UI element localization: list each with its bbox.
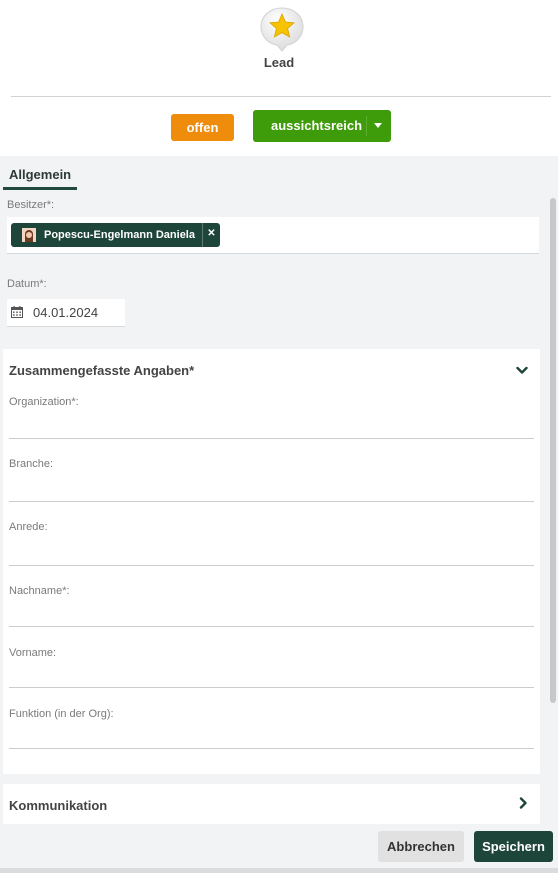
nachname-input[interactable] <box>9 603 534 625</box>
organization-underline <box>9 438 534 439</box>
vorname-label: Vorname: <box>9 647 57 659</box>
funktion-underline <box>9 748 534 749</box>
chevron-right-icon[interactable] <box>519 797 528 809</box>
header-panel: Lead offen aussichtsreich <box>0 0 558 156</box>
owner-field[interactable]: Popescu-Engelmann Daniela ✕ <box>7 217 539 254</box>
branche-underline <box>9 501 534 502</box>
avatar <box>22 228 36 242</box>
tab-allgemein[interactable]: Allgemein <box>3 160 77 190</box>
organization-input[interactable] <box>9 415 534 437</box>
anrede-underline <box>9 565 534 566</box>
anrede-label: Anrede: <box>9 521 48 533</box>
owner-name: Popescu-Engelmann Daniela <box>44 229 195 241</box>
owner-chip[interactable]: Popescu-Engelmann Daniela ✕ <box>11 223 220 247</box>
owner-label: Besitzer*: <box>7 199 55 211</box>
date-label: Datum*: <box>7 278 47 290</box>
caret-down-icon[interactable] <box>374 123 382 128</box>
remove-owner-icon[interactable]: ✕ <box>201 223 220 247</box>
status-aussichtsreich-label: aussichtsreich <box>271 118 363 133</box>
anrede-input[interactable] <box>9 541 534 563</box>
communication-section-title[interactable]: Kommunikation <box>9 798 107 813</box>
date-value: 04.01.2024 <box>33 305 99 320</box>
status-aussichtsreich-button[interactable]: aussichtsreich <box>253 110 391 142</box>
vorname-underline <box>9 687 534 688</box>
organization-label: Organization*: <box>9 396 79 408</box>
star-badge-icon <box>260 7 304 52</box>
calendar-icon[interactable] <box>11 306 23 318</box>
communication-section[interactable]: Kommunikation <box>3 784 540 824</box>
nachname-underline <box>9 626 534 627</box>
summary-section-title[interactable]: Zusammengefasste Angaben* <box>9 363 194 378</box>
status-offen-button[interactable]: offen <box>171 114 234 141</box>
bottom-strip <box>0 868 558 873</box>
save-button[interactable]: Speichern <box>474 831 553 862</box>
branche-input[interactable] <box>9 477 534 499</box>
chevron-down-icon[interactable] <box>516 366 528 375</box>
date-field[interactable]: 04.01.2024 <box>7 299 125 327</box>
funktion-label: Funktion (in der Org): <box>9 708 114 720</box>
active-tab-indicator <box>3 187 77 190</box>
page-title: Lead <box>263 55 295 70</box>
scrollbar-thumb[interactable] <box>550 198 556 703</box>
funktion-input[interactable] <box>9 725 534 747</box>
tab-label: Allgemein <box>9 167 72 182</box>
nachname-label: Nachname*: <box>9 585 70 597</box>
button-separator <box>366 116 367 136</box>
cancel-button[interactable]: Abbrechen <box>378 831 464 862</box>
branche-label: Branche: <box>9 458 54 470</box>
vorname-input[interactable] <box>9 664 534 686</box>
summary-section: Zusammengefasste Angaben* Organization*:… <box>3 349 540 774</box>
divider <box>11 96 551 97</box>
